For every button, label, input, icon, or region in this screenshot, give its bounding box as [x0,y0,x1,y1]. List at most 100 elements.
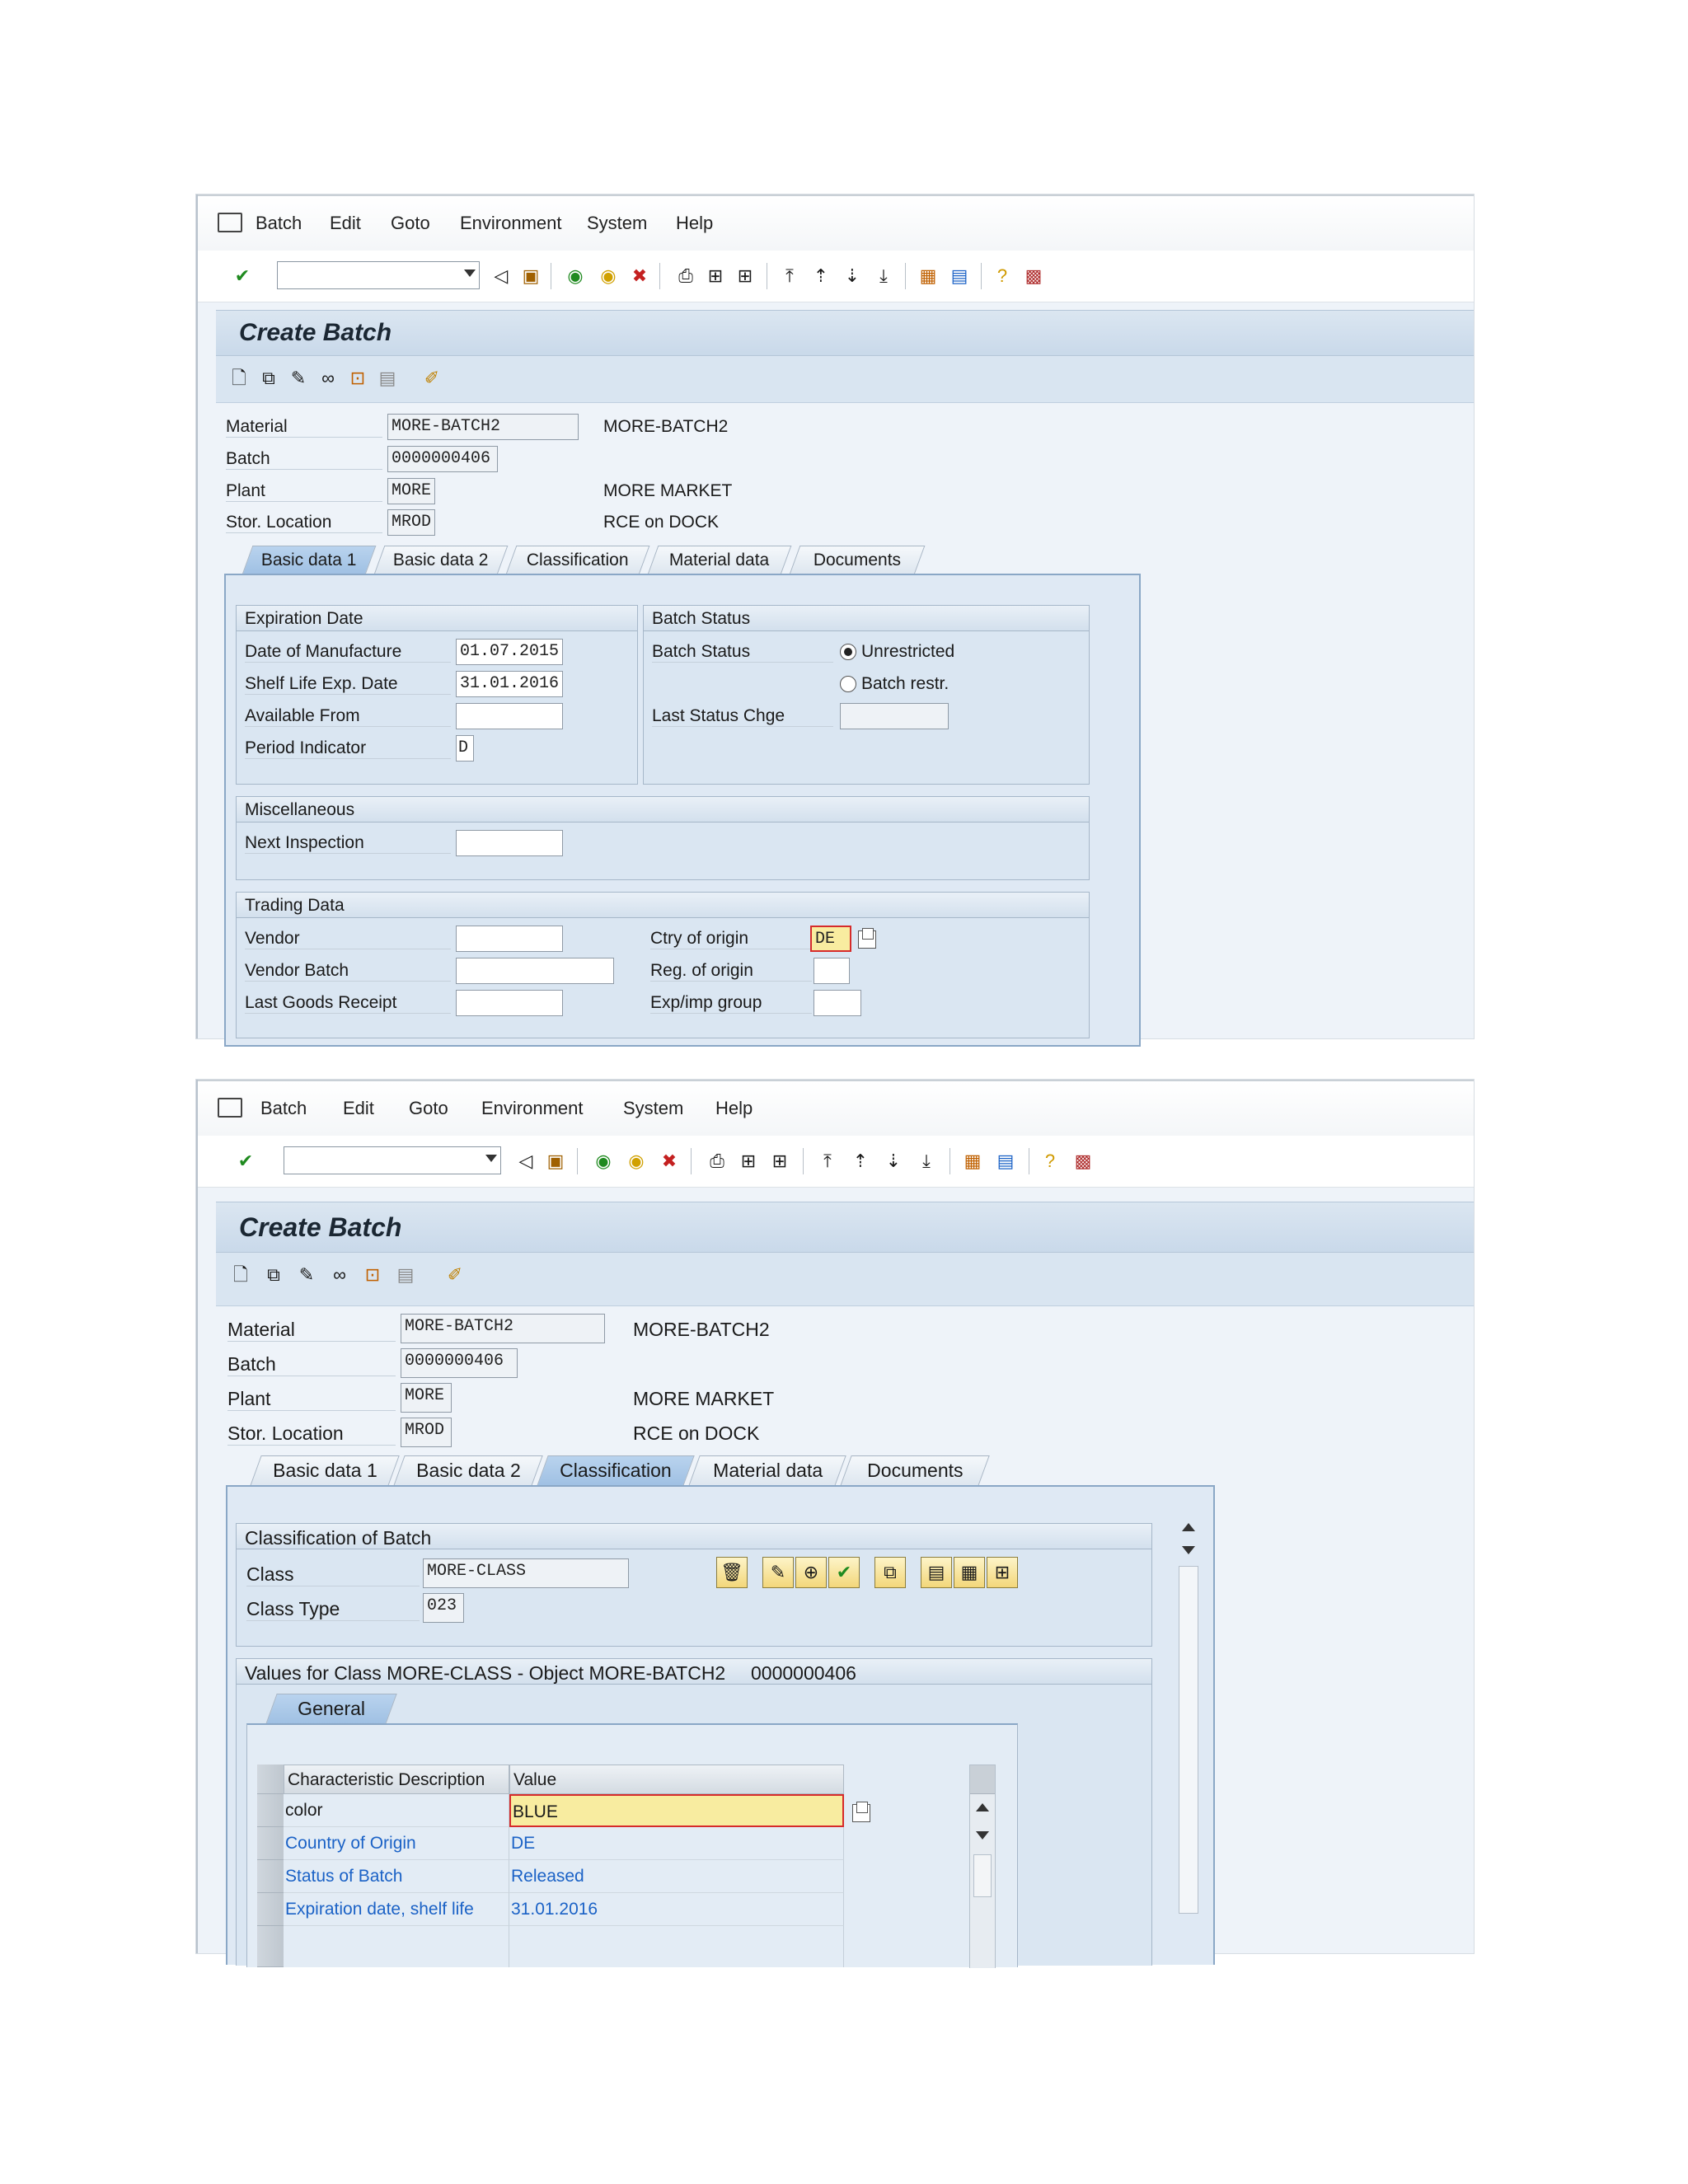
change-pencil-icon[interactable]: ✎ [287,367,310,390]
copy-class-icon[interactable]: ⧉ [874,1557,906,1588]
find-next-icon[interactable]: ⊞ [734,265,757,288]
storage-location-field[interactable]: MROD [387,509,435,536]
menu-system[interactable]: System [587,213,647,234]
row-selector[interactable] [257,1794,284,1827]
back-arrow-icon[interactable]: ◁ [514,1150,537,1173]
batch-field[interactable]: 0000000406 [401,1348,518,1378]
previous-page-icon[interactable]: ⇡ [809,265,832,288]
print-icon[interactable]: ⎙ [674,265,697,288]
copy-icon[interactable]: ⧉ [262,1263,285,1286]
previous-page-icon[interactable]: ⇡ [849,1150,872,1173]
table-row-value[interactable]: Released [509,1860,844,1893]
table-grid-icon[interactable]: ▦ [954,1557,985,1588]
row-selector[interactable] [257,1926,284,1967]
batch-restricted-radio[interactable] [840,676,856,692]
table-row-description[interactable]: Country of Origin [284,1827,509,1860]
delete-flag-icon[interactable]: ▤ [394,1263,417,1286]
menu-goto[interactable]: Goto [409,1098,448,1119]
table-row-description[interactable]: Status of Batch [284,1860,509,1893]
batch-field[interactable]: 0000000406 [387,446,498,472]
row-selector[interactable] [257,1827,284,1860]
shortcut-icon[interactable]: ▤ [948,265,971,288]
exit-icon[interactable]: ◉ [597,265,620,288]
command-field[interactable] [284,1146,501,1174]
menu-help[interactable]: Help [676,213,713,234]
plant-field[interactable]: MORE [401,1383,452,1413]
change-pencil-icon[interactable]: ✎ [295,1263,318,1286]
class-type-field[interactable]: 023 [423,1593,464,1623]
region-of-origin-field[interactable] [814,958,850,984]
menu-edit[interactable]: Edit [330,213,361,234]
column-header-description[interactable]: Characteristic Description [284,1765,509,1794]
country-of-origin-field[interactable]: DE [810,926,851,952]
select-all-cell[interactable] [257,1765,284,1794]
delete-trash-icon[interactable]: 🗑 [716,1557,748,1588]
tab-classification[interactable]: Classification [505,546,650,574]
insert-row-icon[interactable]: ▤ [921,1557,952,1588]
save-icon[interactable]: ▣ [544,1150,567,1173]
shortcut-icon[interactable]: ▤ [994,1150,1017,1173]
find-icon[interactable]: ⊞ [704,265,727,288]
panel-scrollbar[interactable] [1177,1518,1200,1965]
tab-documents[interactable]: Documents [789,546,926,574]
period-indicator-field[interactable]: D [456,735,474,762]
command-field[interactable] [277,261,480,289]
display-glasses-icon[interactable]: ∞ [328,1263,351,1286]
plant-field[interactable]: MORE [387,478,435,504]
class-field[interactable]: MORE-CLASS [423,1558,629,1588]
enter-check-icon[interactable]: ✔ [234,1150,257,1173]
expand-icon[interactable]: ⊞ [987,1557,1018,1588]
help-icon[interactable]: ? [1039,1150,1062,1173]
exit-icon[interactable]: ◉ [625,1150,648,1173]
other-batch-icon[interactable]: ✐ [443,1263,467,1286]
layout-menu-icon[interactable]: ▩ [1022,265,1045,288]
table-config-icon[interactable] [970,1765,995,1794]
save-icon[interactable]: ▣ [519,265,542,288]
row-selector[interactable] [257,1893,284,1926]
vendor-field[interactable] [456,926,563,952]
material-field[interactable]: MORE-BATCH2 [387,414,579,440]
menu-batch[interactable]: Batch [260,1098,307,1119]
menu-edit[interactable]: Edit [343,1098,374,1119]
back-icon[interactable]: ◉ [592,1150,615,1173]
chevron-down-icon[interactable] [485,1155,497,1162]
scroll-thumb[interactable] [973,1854,992,1897]
value-help-icon[interactable] [858,928,876,949]
cancel-icon[interactable]: ✖ [628,265,651,288]
tab-basic-data-2[interactable]: Basic data 2 [393,1455,543,1486]
help-icon[interactable]: ? [991,265,1014,288]
scroll-up-arrow-icon[interactable] [1182,1523,1195,1531]
shelf-life-exp-field[interactable]: 31.01.2016 [456,671,563,697]
back-arrow-icon[interactable]: ◁ [490,265,513,288]
next-page-icon[interactable]: ⇣ [841,265,864,288]
menu-help[interactable]: Help [715,1098,753,1119]
tab-basic-data-1[interactable]: Basic data 1 [241,546,377,574]
subtab-general[interactable]: General [265,1694,397,1724]
enter-check-icon[interactable]: ✔ [231,265,254,288]
display-glasses-icon[interactable]: ∞ [316,367,340,390]
scroll-down-arrow-icon[interactable] [976,1831,989,1840]
unrestricted-radio[interactable] [840,644,856,660]
back-icon[interactable]: ◉ [564,265,587,288]
edit-value-icon[interactable]: ✎ [762,1557,794,1588]
chevron-down-icon[interactable] [464,269,476,277]
menu-environment[interactable]: Environment [481,1098,584,1119]
table-scrollbar[interactable] [969,1765,996,1968]
delete-flag-icon[interactable]: ▤ [376,367,399,390]
table-row-description[interactable]: Expiration date, shelf life [284,1893,509,1926]
create-icon[interactable]: 🗋 [229,1263,252,1286]
table-row-value[interactable]: DE [509,1827,844,1860]
exp-imp-group-field[interactable] [814,990,861,1016]
tab-basic-data-2[interactable]: Basic data 2 [373,546,509,574]
next-page-icon[interactable]: ⇣ [882,1150,905,1173]
menu-system[interactable]: System [623,1098,683,1119]
tab-documents[interactable]: Documents [840,1455,990,1486]
lock-icon[interactable]: ⊕ [795,1557,827,1588]
find-icon[interactable]: ⊞ [737,1150,760,1173]
find-next-icon[interactable]: ⊞ [768,1150,791,1173]
other-batch-icon[interactable]: ✐ [420,367,443,390]
material-field[interactable]: MORE-BATCH2 [401,1314,605,1343]
menu-batch[interactable]: Batch [256,213,302,234]
new-session-icon[interactable]: ▦ [917,265,940,288]
copy-icon[interactable]: ⧉ [257,367,280,390]
